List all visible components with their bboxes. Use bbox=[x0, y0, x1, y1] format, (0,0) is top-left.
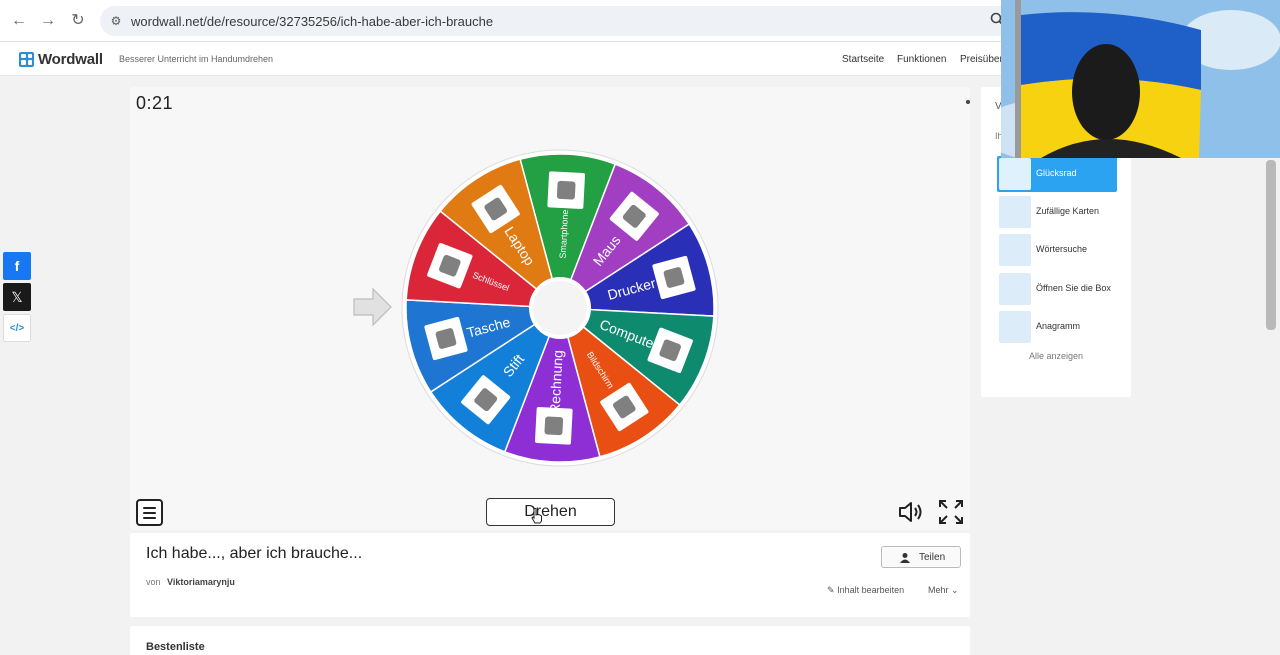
sound-icon[interactable] bbox=[897, 499, 925, 525]
reload-icon[interactable]: ↻ bbox=[68, 11, 88, 31]
url-text[interactable]: wordwall.net/de/resource/32735256/ich-ha… bbox=[131, 14, 493, 29]
spin-button[interactable]: Drehen bbox=[486, 498, 615, 526]
cards-thumbnail-icon bbox=[999, 196, 1031, 228]
anagram-thumbnail-icon bbox=[999, 311, 1031, 343]
chevron-down-icon: ⌄ bbox=[951, 585, 959, 595]
invoice-card-icon-picture bbox=[544, 416, 564, 436]
leaderboard-panel: Bestenliste bbox=[130, 626, 970, 655]
template-item-anagram[interactable]: Anagramm bbox=[997, 309, 1117, 345]
template-item-wheel[interactable]: Glücksrad bbox=[997, 156, 1117, 192]
leaderboard-title: Bestenliste bbox=[146, 641, 205, 653]
options-dot-icon[interactable] bbox=[966, 100, 970, 104]
game-panel: 0:21 Smartphone Maus Drucker Computer Bildsc… bbox=[130, 87, 970, 530]
facebook-share-button[interactable]: f bbox=[3, 252, 31, 280]
hand-cursor-icon bbox=[531, 508, 542, 524]
timer: 0:21 bbox=[136, 93, 174, 113]
webcam-overlay bbox=[1001, 0, 1280, 158]
nav-link-features[interactable]: Funktionen bbox=[897, 54, 946, 65]
activity-info: Ich habe..., aber ich brauche... von Vik… bbox=[130, 533, 970, 617]
embed-code-icon: </> bbox=[9, 323, 25, 334]
open-box-thumbnail-icon bbox=[999, 273, 1031, 305]
embed-button[interactable]: </> bbox=[3, 314, 31, 342]
author-prefix: von bbox=[146, 577, 161, 587]
spin-wheel-thumbnail-icon bbox=[999, 158, 1031, 190]
wheel-pointer-arrow-icon bbox=[353, 287, 392, 327]
user-share-icon bbox=[900, 553, 910, 563]
x-share-button[interactable]: 𝕏 bbox=[3, 283, 31, 311]
wordsearch-thumbnail-icon bbox=[999, 234, 1031, 266]
more-menu[interactable]: Mehr ⌄ bbox=[928, 585, 959, 596]
page-scrollbar[interactable] bbox=[1266, 160, 1276, 330]
flagpole bbox=[1015, 0, 1021, 158]
site-settings-icon[interactable]: ⚙ bbox=[108, 13, 124, 29]
wheel-hub bbox=[529, 277, 591, 339]
template-item-random-cards[interactable]: Zufällige Karten bbox=[997, 194, 1117, 230]
activity-title: Ich habe..., aber ich brauche... bbox=[146, 545, 363, 562]
address-bar[interactable]: ⚙ wordwall.net/de/resource/32735256/ich-… bbox=[100, 6, 1020, 36]
wheel-segment-label: Rechnung bbox=[546, 350, 565, 415]
fullscreen-icon[interactable] bbox=[938, 499, 964, 525]
back-icon[interactable]: ← bbox=[9, 11, 29, 31]
x-icon: 𝕏 bbox=[11, 289, 23, 305]
tagline: Besserer Unterricht im Handumdrehen bbox=[119, 54, 274, 64]
forward-icon[interactable]: → bbox=[38, 11, 58, 31]
smartphone-card-icon-picture bbox=[556, 180, 576, 200]
template-item-wordsearch[interactable]: Wörtersuche bbox=[997, 232, 1117, 268]
show-all-link[interactable]: Alle anzeigen bbox=[1029, 351, 1083, 361]
edit-content-link[interactable]: ✎ Inhalt bearbeiten bbox=[827, 585, 904, 596]
template-item-open-box[interactable]: Öffnen Sie die Box bbox=[997, 271, 1117, 307]
spin-wheel[interactable]: Smartphone MausDruckerComputerBildschirmR… bbox=[401, 149, 719, 467]
game-menu-button[interactable] bbox=[136, 499, 163, 526]
nav-link-home[interactable]: Startseite bbox=[842, 54, 884, 65]
pencil-icon: ✎ bbox=[827, 585, 835, 595]
facebook-icon: f bbox=[14, 258, 20, 274]
nav-link-pricing[interactable]: Preisüber bbox=[960, 54, 1003, 65]
author-link[interactable]: Viktoriamarynju bbox=[167, 577, 235, 587]
person-silhouette bbox=[1072, 44, 1140, 140]
share-button[interactable]: Teilen bbox=[881, 546, 961, 568]
wordwall-logo-icon bbox=[19, 51, 34, 67]
wordwall-logo[interactable]: Wordwall bbox=[19, 51, 103, 68]
